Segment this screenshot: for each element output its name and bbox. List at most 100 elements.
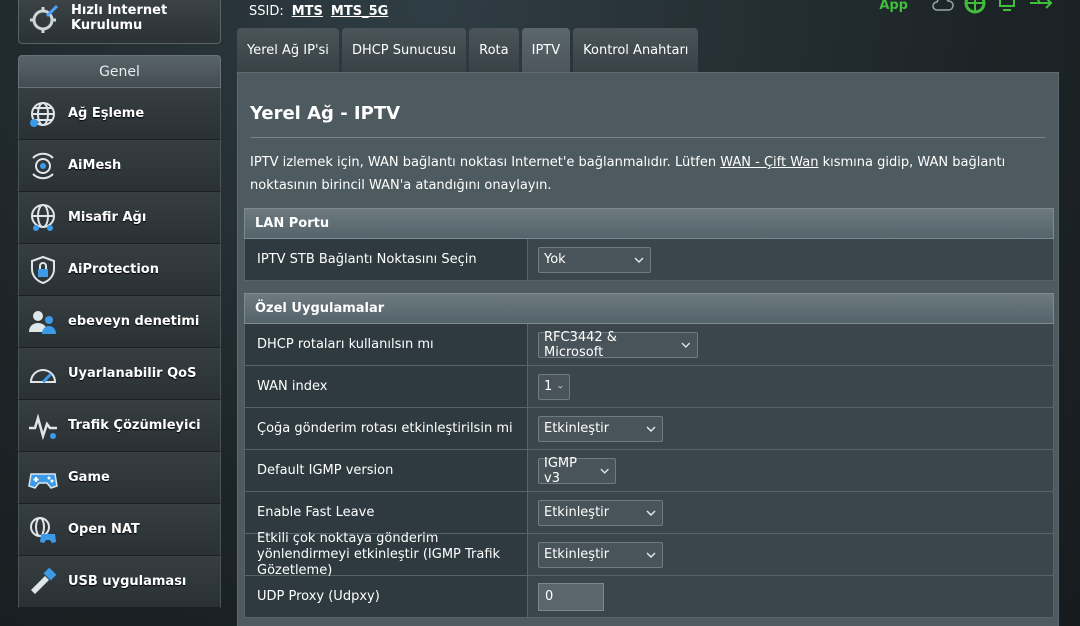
speedometer-icon [26, 357, 60, 391]
value-cell: Yok [528, 239, 1054, 280]
sidebar-item-traffic-analyzer[interactable]: Trafik Çözümleyici [18, 400, 221, 452]
igmp-version-select[interactable]: IGMP v3 [538, 455, 616, 486]
intro-text-part: IPTV izlemek için, WAN bağlantı noktası … [250, 155, 721, 170]
page-title: Yerel Ağ - IPTV [250, 103, 401, 124]
chevron-down-icon [558, 385, 563, 388]
quick-setup-label: Hızlı Internet Kurulumu [71, 3, 168, 33]
chevron-down-icon [634, 257, 644, 263]
status-icons: App [879, 0, 1054, 18]
cloud-icon[interactable] [932, 0, 954, 16]
multicast-route-select[interactable]: Etkinleştir [538, 415, 663, 442]
value-cell: Etkinleştir [528, 534, 1054, 575]
value-cell: 1 [528, 366, 1054, 407]
chevron-down-icon [681, 342, 691, 348]
select-value: Yok [544, 252, 566, 267]
sidebar-item-open-nat[interactable]: Open NAT [18, 504, 221, 556]
tab-dhcp-server[interactable]: DHCP Sunucusu [341, 28, 467, 72]
value-cell: Etkinleştir [528, 492, 1054, 533]
table-row: UDP Proxy (Udpxy) [244, 576, 1054, 618]
sidebar-item-label: USB uygulaması [68, 574, 187, 589]
chevron-down-icon [600, 468, 609, 474]
table-row: Enable Fast Leave Etkinleştir [244, 492, 1054, 534]
sidebar-item-usb-application[interactable]: USB uygulaması [18, 556, 221, 608]
quick-internet-setup-button[interactable]: Hızlı Internet Kurulumu [18, 0, 221, 44]
select-value: RFC3442 & Microsoft [544, 329, 617, 360]
ssid-label: SSID: [249, 4, 284, 19]
ssid-5g-link[interactable]: MTS_5G [331, 4, 388, 19]
sidebar-item-game[interactable]: Game [18, 452, 221, 504]
main-panel: Yerel Ağ - IPTV IPTV izlemek için, WAN b… [237, 72, 1059, 626]
select-value: IGMP v3 [544, 455, 577, 486]
router-admin-page: Hızlı Internet Kurulumu Genel Ağ Eşleme … [0, 0, 1080, 626]
client-status-icon[interactable] [996, 0, 1018, 18]
intro-text: IPTV izlemek için, WAN bağlantı noktası … [250, 151, 1040, 197]
usb-status-icon[interactable] [1028, 0, 1054, 17]
select-value: Etkinleştir [544, 547, 610, 562]
special-applications-section: Özel Uygulamalar DHCP rotaları kullanıls… [244, 293, 1054, 618]
wizard-icon [29, 1, 61, 35]
network-map-icon [26, 97, 60, 131]
tab-lan-ip[interactable]: Yerel Ağ IP'si [237, 28, 339, 72]
stb-port-select[interactable]: Yok [538, 246, 651, 273]
gamepad-icon [26, 461, 60, 495]
table-row: Default IGMP version IGMP v3 [244, 450, 1054, 492]
fast-leave-select[interactable]: Etkinleştir [538, 499, 663, 526]
sidebar-item-label: Open NAT [68, 522, 140, 537]
udp-proxy-input[interactable] [538, 582, 604, 611]
ssid-info: SSID: MTS MTS_5G [249, 4, 388, 19]
lan-port-section: LAN Portu IPTV STB Bağlantı Noktasını Se… [244, 208, 1054, 281]
parental-control-icon [26, 305, 60, 339]
value-cell: RFC3442 & Microsoft [528, 324, 1054, 365]
internet-status-icon[interactable] [964, 0, 986, 18]
igmp-snooping-select[interactable]: Etkinleştir [538, 541, 663, 568]
wan-index-label: WAN index [244, 366, 528, 407]
sidebar-item-aimesh[interactable]: AiMesh [18, 140, 221, 192]
guest-network-icon [26, 201, 60, 235]
sidebar-item-adaptive-qos[interactable]: Uyarlanabilir QoS [18, 348, 221, 400]
table-row: Etkili çok noktaya gönderim yönlendirmey… [244, 531, 1054, 578]
table-row: WAN index 1 [244, 366, 1054, 408]
sidebar-item-network-map[interactable]: Ağ Eşleme [18, 88, 221, 140]
tab-iptv[interactable]: IPTV [521, 28, 571, 72]
sidebar-item-label: Misafir Ağı [68, 210, 147, 225]
fast-leave-label: Enable Fast Leave [244, 492, 528, 533]
igmp-version-label: Default IGMP version [244, 450, 528, 491]
title-divider [250, 137, 1046, 138]
sidebar-item-label: AiMesh [68, 158, 122, 173]
chevron-down-icon [646, 552, 656, 558]
ssid-2g-link[interactable]: MTS [292, 4, 323, 19]
table-row: IPTV STB Bağlantı Noktasını Seçin Yok [244, 239, 1054, 281]
sidebar-item-label: Ağ Eşleme [68, 106, 145, 121]
value-cell [528, 576, 1054, 617]
udp-proxy-label: UDP Proxy (Udpxy) [244, 576, 528, 617]
tab-route[interactable]: Rota [469, 28, 519, 72]
sidebar-item-label: ebeveyn denetimi [68, 314, 200, 329]
sidebar-item-label: Trafik Çözümleyici [68, 418, 201, 433]
select-value: Etkinleştir [544, 505, 610, 520]
tab-bar: Yerel Ağ IP'si DHCP Sunucusu Rota IPTV K… [237, 28, 699, 72]
sidebar-item-aiprotection[interactable]: AiProtection [18, 244, 221, 296]
sidebar-item-parental-control[interactable]: ebeveyn denetimi [18, 296, 221, 348]
value-cell: IGMP v3 [528, 450, 1054, 491]
igmp-snooping-label: Etkili çok noktaya gönderim yönlendirmey… [244, 531, 528, 578]
wan-dual-wan-link[interactable]: WAN - Çift Wan [720, 155, 818, 170]
chevron-down-icon [646, 510, 656, 516]
chevron-down-icon [646, 426, 656, 432]
sidebar-group-header: Genel [18, 55, 221, 88]
usb-icon [26, 565, 60, 599]
sidebar-item-guest-network[interactable]: Misafir Ağı [18, 192, 221, 244]
app-link[interactable]: App [879, 0, 908, 13]
multicast-route-label: Çoğa gönderim rotası etkinleştirilsin mi [244, 408, 528, 449]
sidebar: Genel Ağ Eşleme AiMesh Misafir Ağı AiPro… [18, 55, 221, 626]
wan-index-select[interactable]: 1 [538, 373, 570, 400]
select-value: Etkinleştir [544, 421, 610, 436]
open-nat-icon [26, 513, 60, 547]
table-row: Çoğa gönderim rotası etkinleştirilsin mi… [244, 408, 1054, 450]
dhcp-routes-label: DHCP rotaları kullanılsın mı [244, 324, 528, 365]
sidebar-item-label: Uyarlanabilir QoS [68, 366, 197, 381]
dhcp-routes-select[interactable]: RFC3442 & Microsoft [538, 329, 698, 360]
section-header: LAN Portu [244, 208, 1054, 239]
stb-port-label: IPTV STB Bağlantı Noktasını Seçin [244, 239, 528, 280]
aimesh-icon [26, 149, 60, 183]
tab-switch-control[interactable]: Kontrol Anahtarı [573, 28, 699, 72]
